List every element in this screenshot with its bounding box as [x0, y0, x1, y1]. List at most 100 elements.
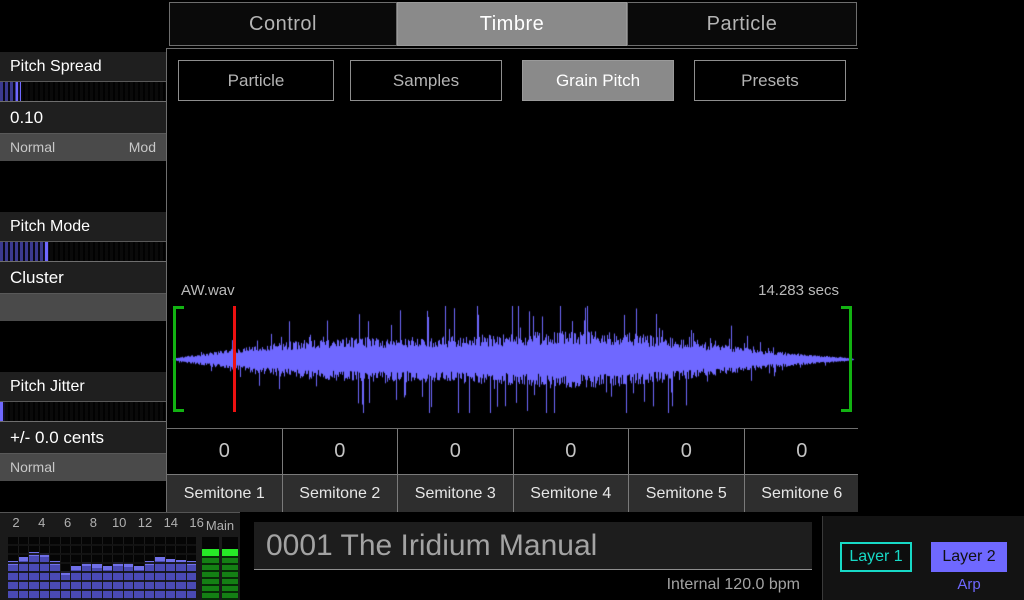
channel-meter-fill [92, 567, 102, 600]
meter-scale-tick: 8 [89, 515, 98, 530]
semitone-label: Semitone 3 [398, 475, 513, 512]
main-meter-cap [202, 548, 219, 556]
layer-1-button[interactable]: Layer 1 [840, 542, 912, 572]
tab-control[interactable]: Control [169, 2, 397, 46]
channel-meter-fill [18, 560, 28, 600]
param-slider-pitch-jitter[interactable] [0, 402, 166, 422]
semitone-cell[interactable]: 0 Semitone 4 [513, 429, 629, 512]
level-meter-panel[interactable]: 2 4 6 8 10 12 14 16 Main [0, 512, 240, 600]
tab-particle[interactable]: Particle [627, 2, 857, 46]
param-sub-pitch-spread: Normal Mod [0, 134, 166, 161]
slider-ticks [0, 402, 166, 421]
channel-meter-fill [155, 560, 165, 600]
subtab-particle[interactable]: Particle [178, 60, 334, 101]
channel-meter [60, 537, 70, 600]
subtab-grain-pitch[interactable]: Grain Pitch [522, 60, 674, 101]
iridium-synth-screen: Pitch Spread 0.10 Normal Mod Pitch Mode [0, 0, 1024, 600]
patch-panel: 0001 The Iridium Manual Internal 120.0 b… [248, 516, 818, 600]
channel-meter [176, 537, 186, 600]
channel-meter-cap [60, 571, 70, 576]
param-value-pitch-jitter[interactable]: +/- 0.0 cents [0, 422, 166, 454]
right-filler [858, 0, 1024, 512]
semitone-value[interactable]: 0 [744, 429, 859, 475]
semitone-cell[interactable]: 0 Semitone 6 [744, 429, 859, 512]
channel-meter-cap [29, 552, 39, 557]
semitone-row: 0 Semitone 1 0 Semitone 2 0 Semitone 3 0 Semito… [167, 428, 859, 512]
sample-end-marker[interactable] [841, 306, 853, 412]
semitone-value[interactable]: 0 [629, 429, 744, 475]
main-meter-cap [221, 548, 238, 556]
semitone-value[interactable]: 0 [282, 429, 397, 475]
semitone-value[interactable]: 0 [398, 429, 513, 475]
marker-tick-top [841, 306, 853, 309]
channel-meter-cap [71, 566, 81, 571]
marker-tick-bottom [173, 409, 185, 412]
channel-meter [18, 537, 28, 600]
semitone-cell[interactable]: 0 Semitone 5 [629, 429, 745, 512]
sample-start-marker[interactable] [173, 306, 185, 412]
param-title-pitch-spread: Pitch Spread [0, 52, 166, 82]
semitone-cell[interactable]: 0 Semitone 2 [282, 429, 398, 512]
meter-scale-tick: 14 [163, 515, 179, 530]
channel-meter-cap [92, 563, 102, 568]
channel-meter-fill [123, 567, 133, 600]
semitone-cell[interactable]: 0 Semitone 3 [398, 429, 514, 512]
channel-meter [165, 537, 175, 600]
semitone-value[interactable]: 0 [167, 429, 282, 475]
tempo-display[interactable]: Internal 120.0 bpm [667, 576, 800, 594]
meter-scale-tick: 10 [111, 515, 127, 530]
channel-meter [144, 537, 154, 600]
channel-meter [29, 537, 39, 600]
channel-meter-cap [186, 560, 196, 565]
param-value-pitch-mode[interactable]: Cluster [0, 262, 166, 294]
channel-meter-fill [176, 563, 186, 600]
param-sub-left-label[interactable]: Normal [10, 134, 55, 161]
channel-meter-bars [8, 537, 196, 600]
param-slider-pitch-mode[interactable] [0, 242, 166, 262]
main-panel: Particle Samples Grain Pitch Presets AW.… [166, 48, 859, 512]
meter-main-label: Main [205, 518, 235, 533]
main-meter-fill [202, 551, 219, 600]
layer-panel: Layer 1 Layer 2 Arp [822, 516, 1024, 600]
channel-meter-cap [155, 556, 165, 561]
channel-meter-cap [39, 553, 49, 558]
semitone-value[interactable]: 0 [513, 429, 628, 475]
channel-meter-cap [176, 559, 186, 564]
layer-2-button[interactable]: Layer 2 [931, 542, 1007, 572]
main-meter-fill [221, 551, 238, 600]
channel-meter-fill [102, 570, 112, 600]
channel-meter-cap [18, 556, 28, 561]
param-sub-right-label[interactable]: Mod [129, 134, 156, 161]
param-slider-pitch-spread[interactable] [0, 82, 166, 102]
param-sub-left-label[interactable]: Normal [10, 454, 55, 481]
channel-meter-cap [102, 566, 112, 571]
channel-meter [102, 537, 112, 600]
waveform-canvas [167, 304, 859, 414]
sub-tab-bar: Particle Samples Grain Pitch Presets [167, 49, 859, 107]
subtab-presets[interactable]: Presets [694, 60, 846, 101]
tab-timbre[interactable]: Timbre [397, 2, 627, 46]
channel-meter-cap [134, 566, 144, 571]
subtab-samples[interactable]: Samples [350, 60, 502, 101]
playhead-marker[interactable] [232, 306, 236, 412]
marker-bar [173, 306, 177, 412]
arp-label[interactable]: Arp [931, 576, 1007, 593]
channel-meter-fill [144, 565, 154, 600]
param-value-pitch-spread[interactable]: 0.10 [0, 102, 166, 134]
semitone-cell[interactable]: 0 Semitone 1 [167, 429, 283, 512]
channel-meter-fill [81, 566, 91, 600]
channel-meter-fill [29, 556, 39, 600]
channel-meter-fill [71, 570, 81, 600]
waveform-display[interactable]: AW.wav 14.283 secs [167, 274, 859, 424]
marker-tick-bottom [841, 409, 853, 412]
param-title-pitch-mode: Pitch Mode [0, 212, 166, 242]
param-block-pitch-jitter: Pitch Jitter +/- 0.0 cents Normal [0, 372, 166, 481]
channel-meter-cap [113, 561, 123, 566]
param-sub-pitch-mode [0, 294, 166, 321]
param-title-pitch-jitter: Pitch Jitter [0, 372, 166, 402]
marker-tick-top [173, 306, 185, 309]
patch-name-box[interactable]: 0001 The Iridium Manual [254, 522, 812, 570]
main-output-meters [202, 537, 238, 600]
channel-meter-cap [81, 562, 91, 567]
channel-meter [50, 537, 60, 600]
